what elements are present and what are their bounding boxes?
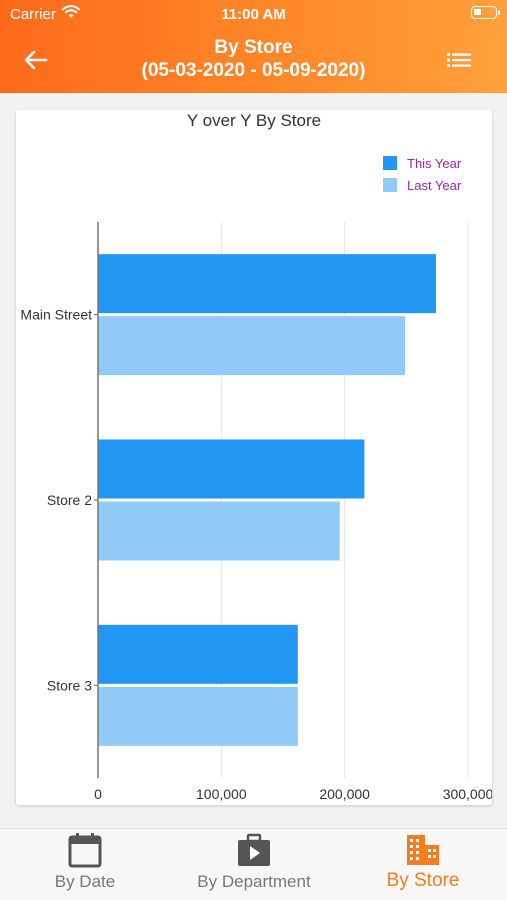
tab-by-store[interactable]: By Store [370, 829, 476, 900]
battery-icon [471, 6, 500, 19]
tab-by-department[interactable]: By Department [180, 829, 328, 900]
tab-label: By Department [197, 872, 311, 891]
tab-label: By Store [386, 870, 460, 891]
x-tick-label: 100,000 [196, 786, 247, 802]
bar [98, 316, 406, 376]
briefcase-icon [238, 833, 270, 866]
page-title: By Store (05-03-2020 - 05-09-2020) [0, 37, 507, 83]
building-icon [407, 835, 439, 865]
legend-label: Last Year [407, 178, 462, 193]
y-tick-label: Store 3 [47, 677, 92, 693]
bar [98, 439, 365, 499]
bar [98, 254, 436, 314]
x-tick-label: 200,000 [319, 786, 370, 802]
tab-label: By Date [54, 872, 116, 891]
bottom-tab-bar: By Date By Department By Store [0, 828, 507, 900]
app-header: Carrier 11:00 AM By Store (05-03-2020 - … [0, 0, 507, 93]
list-menu-icon[interactable] [445, 50, 473, 70]
legend-swatch [383, 178, 397, 192]
legend-label: This Year [407, 156, 462, 171]
x-tick-label: 0 [94, 786, 102, 802]
legend-swatch [383, 156, 397, 170]
calendar-icon [68, 833, 102, 868]
y-tick-label: Store 2 [47, 492, 92, 508]
bar [98, 686, 298, 746]
bar [98, 624, 298, 684]
date-range: (05-03-2020 - 05-09-2020) [141, 60, 366, 81]
status-bar: Carrier 11:00 AM [0, 0, 507, 28]
x-tick-label: 300,000 [443, 786, 492, 802]
chart-card: Y over Y By Store 0 100,000 200,000 300,000… [16, 110, 492, 805]
bar-chart: 0 100,000 200,000 300,000 Main Street Store 2… [20, 156, 492, 802]
page-title-text: By Store [214, 37, 293, 58]
tab-by-date[interactable]: By Date [20, 829, 150, 900]
bar [98, 501, 340, 561]
y-tick-label: Main Street [20, 307, 92, 323]
status-time: 11:00 AM [221, 6, 286, 23]
